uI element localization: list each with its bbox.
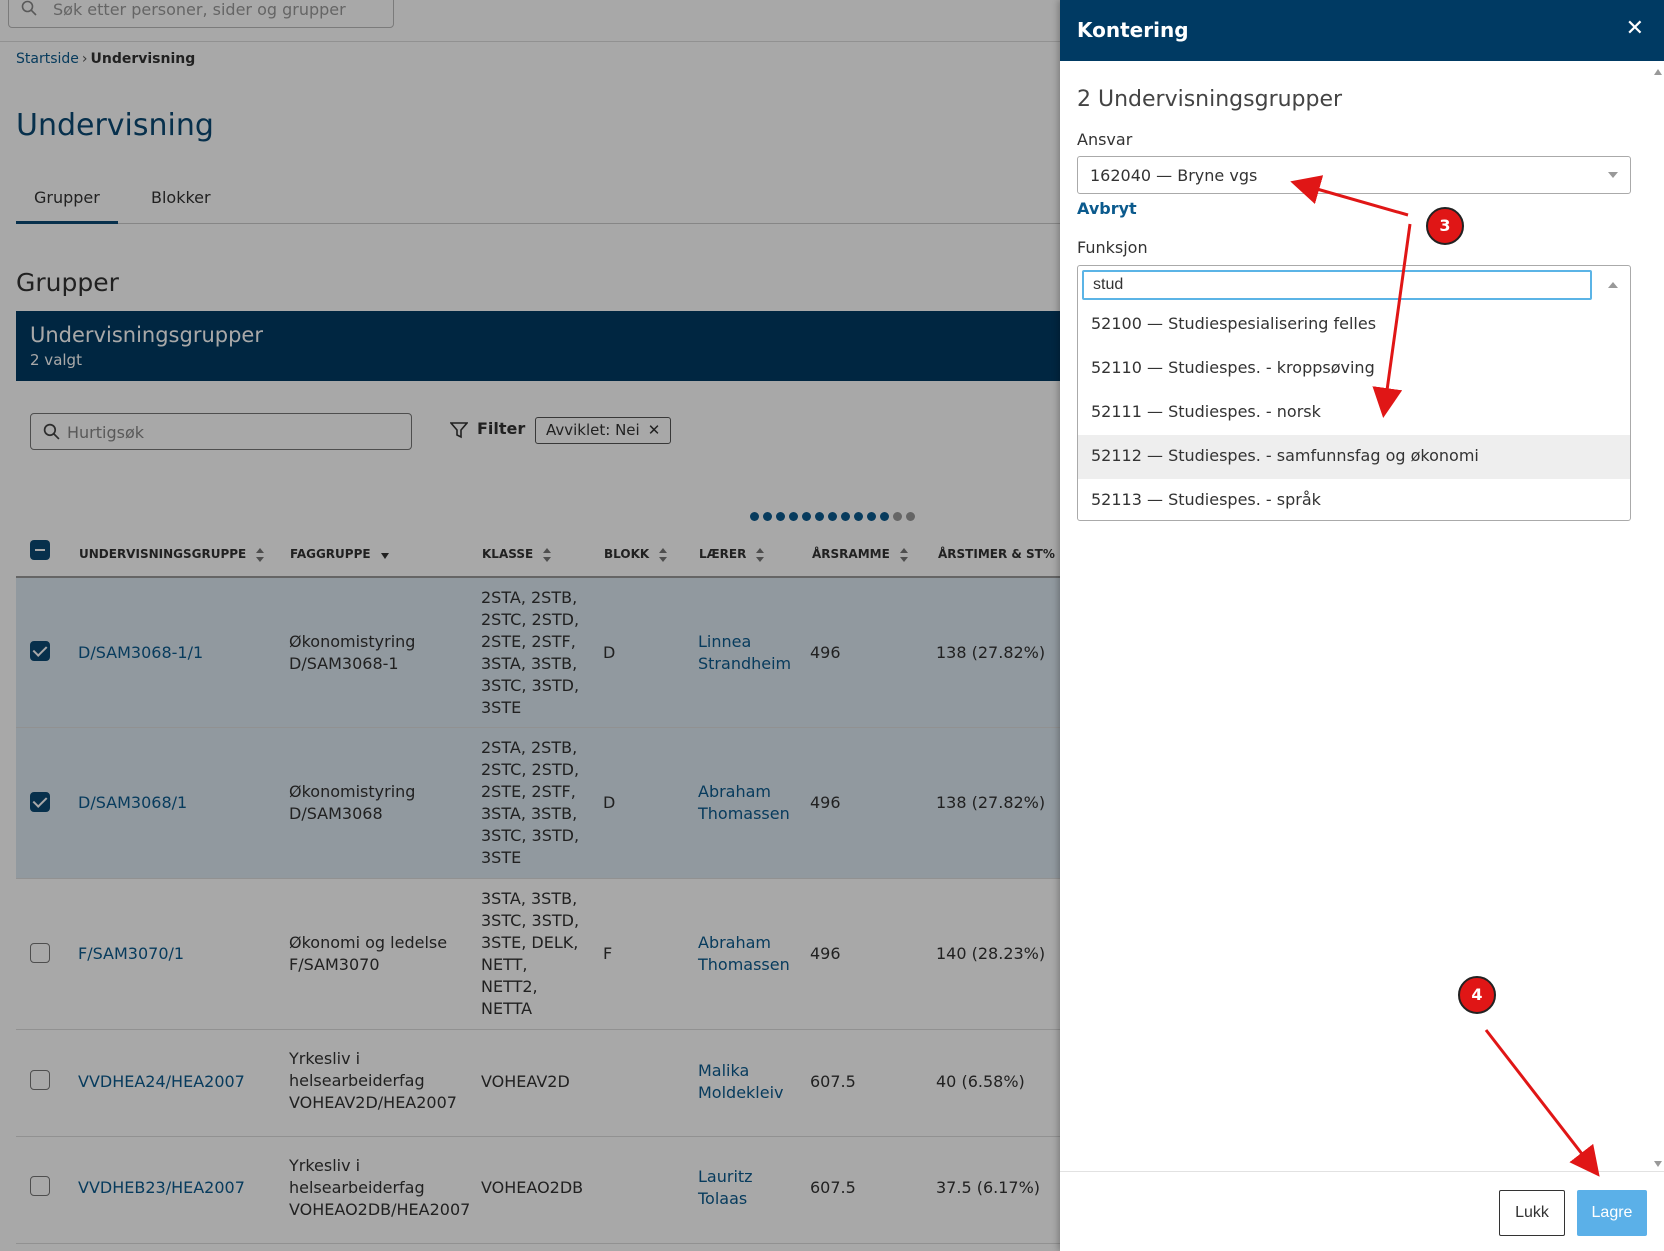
- funksjon-option[interactable]: 52111 — Studiespes. - norsk: [1078, 391, 1630, 435]
- drawer-subtitle: 2 Undervisningsgrupper: [1077, 87, 1343, 112]
- scroll-up-icon[interactable]: [1654, 69, 1662, 75]
- drawer-title: Kontering: [1077, 18, 1189, 42]
- close-icon[interactable]: ✕: [1626, 16, 1644, 41]
- drawer-footer: Lukk Lagre: [1060, 1171, 1664, 1251]
- kontering-drawer: Kontering ✕ 2 Undervisningsgrupper Ansva…: [1060, 0, 1664, 1251]
- modal-backdrop[interactable]: [0, 0, 1060, 1251]
- scroll-down-icon[interactable]: [1654, 1161, 1662, 1167]
- close-button[interactable]: Lukk: [1499, 1190, 1565, 1236]
- ansvar-value: 162040 — Bryne vgs: [1090, 166, 1258, 185]
- funksjon-label: Funksjon: [1077, 238, 1148, 257]
- ansvar-select[interactable]: 162040 — Bryne vgs: [1077, 156, 1631, 194]
- funksjon-option[interactable]: 52110 — Studiespes. - kroppsøving: [1078, 347, 1630, 391]
- annotation-badge-4: 4: [1458, 976, 1496, 1014]
- save-button[interactable]: Lagre: [1577, 1190, 1647, 1236]
- funksjon-search-input[interactable]: [1082, 270, 1592, 300]
- chevron-down-icon: [1608, 172, 1618, 178]
- drawer-scrollbar[interactable]: [1650, 61, 1664, 1171]
- chevron-up-icon[interactable]: [1608, 282, 1618, 288]
- annotation-badge-3: 3: [1426, 207, 1464, 245]
- funksjon-option[interactable]: 52113 — Studiespes. - språk: [1078, 479, 1630, 523]
- cancel-link[interactable]: Avbryt: [1077, 199, 1137, 218]
- funksjon-combobox: 52100 — Studiespesialisering felles 5211…: [1077, 265, 1631, 521]
- funksjon-option[interactable]: 52100 — Studiespesialisering felles: [1078, 303, 1630, 347]
- funksjon-option-highlighted[interactable]: 52112 — Studiespes. - samfunnsfag og øko…: [1078, 435, 1630, 479]
- ansvar-label: Ansvar: [1077, 130, 1133, 149]
- drawer-header: Kontering ✕: [1060, 0, 1664, 61]
